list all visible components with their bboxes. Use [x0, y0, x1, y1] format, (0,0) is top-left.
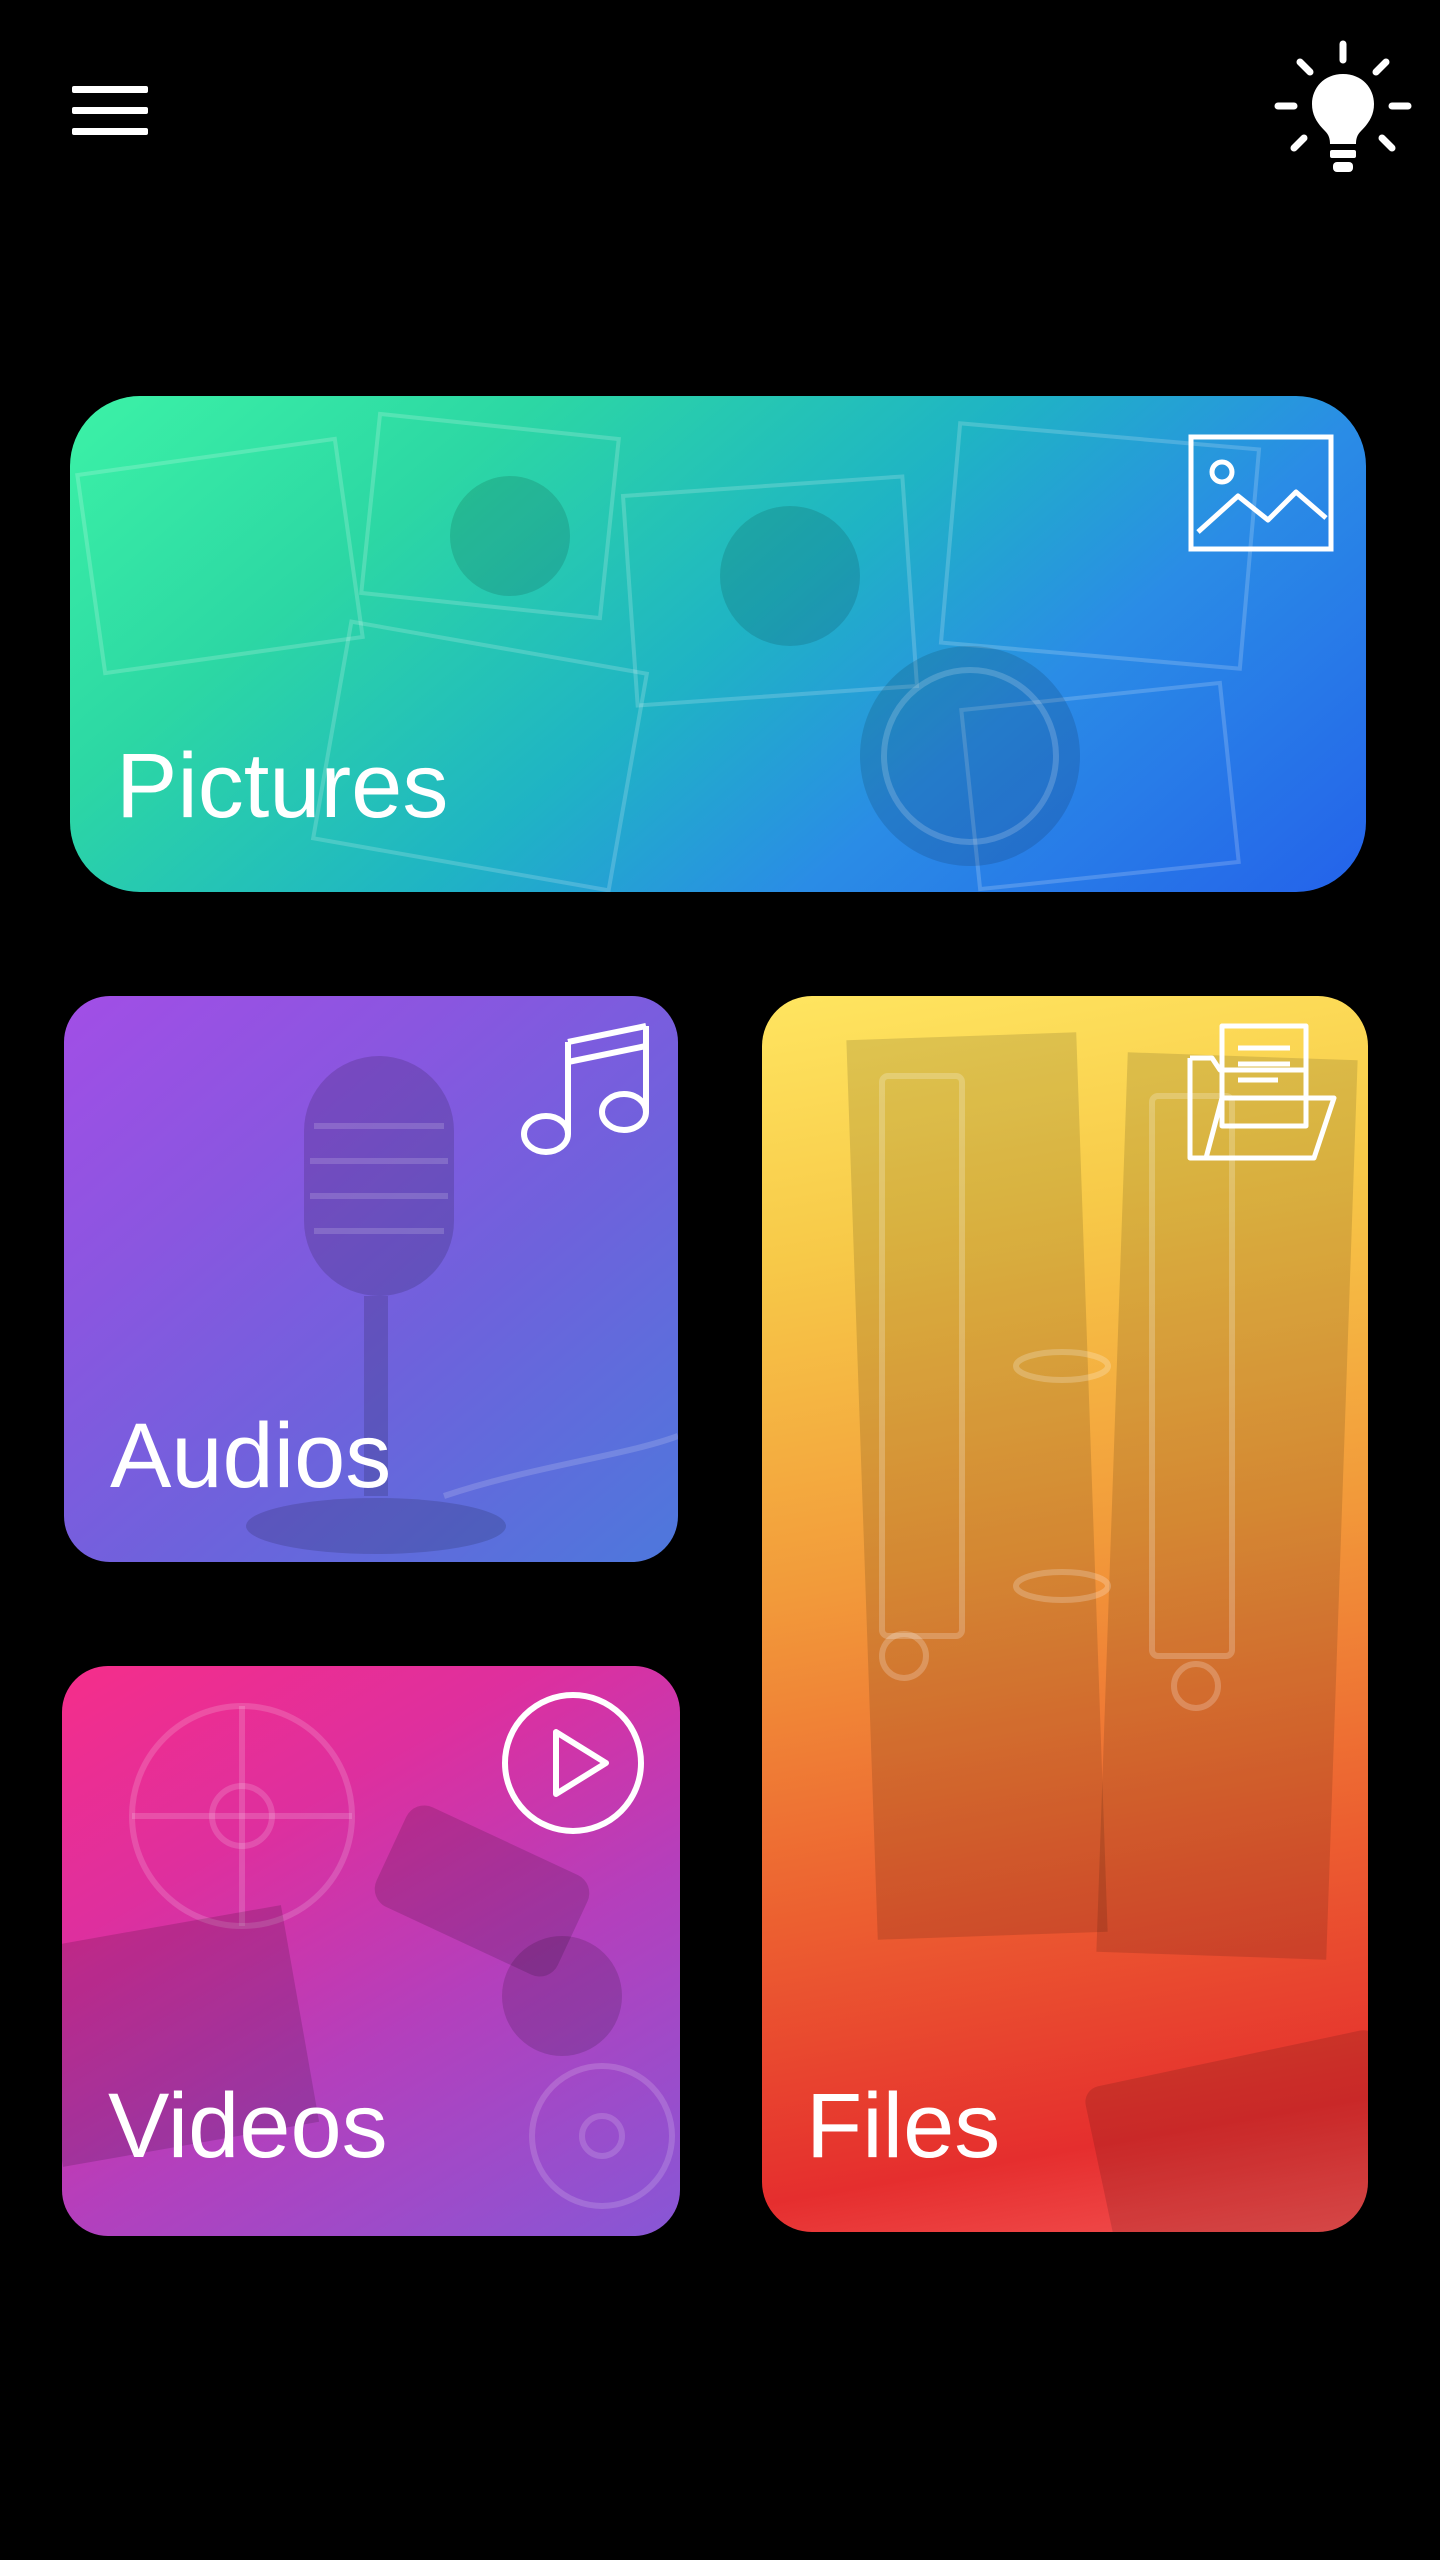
menu-button[interactable] [62, 78, 162, 148]
audios-card[interactable]: Audios [64, 996, 678, 1562]
files-card-background [846, 1032, 1368, 2232]
files-label: Files [806, 2075, 1001, 2177]
image-icon [1188, 434, 1334, 552]
lightbulb-icon [1274, 40, 1412, 172]
videos-card[interactable]: Videos [62, 1666, 680, 2236]
files-card[interactable]: Files [762, 996, 1368, 2232]
documents-folder-icon [1187, 1023, 1337, 1161]
audios-label: Audios [110, 1405, 392, 1507]
theme-toggle-button[interactable] [1268, 36, 1418, 186]
pictures-label: Pictures [116, 735, 449, 837]
pictures-card[interactable]: Pictures [70, 396, 1366, 892]
play-circle-icon [502, 1692, 644, 1834]
music-note-icon [521, 1023, 649, 1155]
videos-label: Videos [108, 2075, 388, 2177]
